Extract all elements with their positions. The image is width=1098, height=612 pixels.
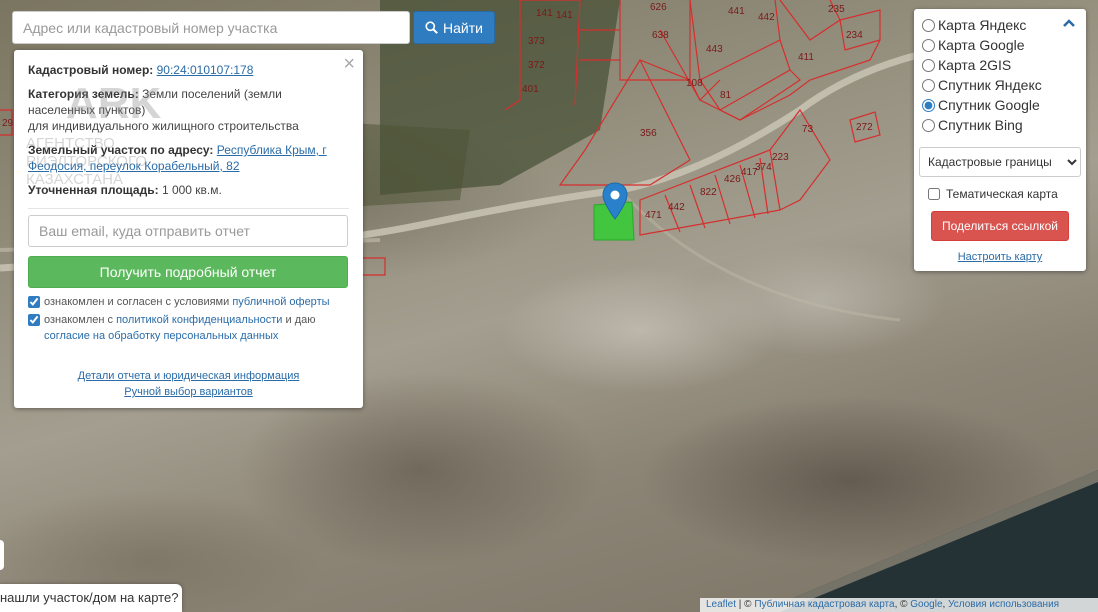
search-icon	[425, 21, 438, 34]
svg-text:471: 471	[645, 210, 662, 221]
layer-label: Карта Google	[938, 37, 1025, 53]
thematic-map-toggle[interactable]: Тематическая карта	[928, 187, 1078, 201]
email-input[interactable]	[28, 215, 348, 247]
land-use-value: для индивидуального жилищного строительс…	[28, 119, 299, 133]
svg-text:73: 73	[802, 124, 814, 135]
report-details-link[interactable]: Детали отчета и юридическая информация	[14, 368, 363, 384]
svg-text:411: 411	[798, 52, 814, 63]
layer-label: Спутник Bing	[938, 117, 1023, 133]
search-input[interactable]	[12, 11, 410, 44]
consent-privacy-row[interactable]: ознакомлен с политикой конфиденциальност…	[28, 312, 349, 344]
manual-selection-link[interactable]: Ручной выбор вариантов	[14, 384, 363, 400]
terms-link[interactable]: Условия использования	[948, 599, 1059, 610]
svg-text:417: 417	[741, 167, 758, 178]
search-button-label: Найти	[443, 19, 483, 36]
land-category-row: Категория земель: Земли поселений (земли…	[28, 86, 349, 134]
category-label: Категория земель:	[28, 87, 139, 101]
svg-text:223: 223	[772, 152, 789, 163]
svg-text:234: 234	[846, 30, 863, 41]
svg-text:141: 141	[536, 8, 553, 19]
layer-label: Карта 2GIS	[938, 57, 1012, 73]
close-panel-icon[interactable]: ×	[343, 54, 355, 74]
layer-radio[interactable]	[922, 38, 935, 52]
layer-option-2gis-map[interactable]: Карта 2GIS	[922, 55, 1078, 75]
area-label: Уточненная площадь:	[28, 183, 159, 197]
layer-option-bing-satellite[interactable]: Спутник Bing	[922, 115, 1078, 135]
consent-privacy-text: ознакомлен с	[44, 314, 114, 326]
svg-text:401: 401	[522, 84, 539, 95]
svg-text:372: 372	[528, 60, 545, 71]
svg-text:638: 638	[652, 30, 669, 41]
svg-text:822: 822	[700, 187, 717, 198]
svg-text:373: 373	[528, 36, 545, 47]
divider	[28, 208, 349, 209]
layer-option-yandex-map[interactable]: Карта Яндекс	[922, 15, 1078, 35]
thematic-map-label: Тематическая карта	[946, 187, 1058, 201]
left-edge-widget[interactable]	[0, 540, 4, 570]
cadastral-number-link[interactable]: 90:24:010107:178	[157, 63, 254, 77]
map-layers-panel: Карта Яндекс Карта Google Карта 2GIS Спу…	[914, 9, 1086, 271]
leaflet-link[interactable]: Leaflet	[706, 599, 736, 610]
google-link[interactable]: Google	[910, 599, 942, 610]
layer-radio[interactable]	[922, 98, 935, 112]
svg-text:443: 443	[706, 44, 723, 55]
consent-privacy-mid: и даю	[285, 314, 316, 326]
svg-text:442: 442	[758, 12, 775, 23]
get-report-button[interactable]: Получить подробный отчет	[28, 256, 348, 288]
layer-radio[interactable]	[922, 58, 935, 72]
map-attribution: Leaflet | © Публичная кадастровая карта,…	[700, 598, 1098, 612]
address-label: Земельный участок по адресу:	[28, 143, 214, 157]
layer-label: Спутник Яндекс	[938, 77, 1042, 93]
consent-offer-checkbox[interactable]	[28, 296, 40, 308]
layer-option-yandex-satellite[interactable]: Спутник Яндекс	[922, 75, 1078, 95]
svg-text:29: 29	[2, 118, 14, 129]
overlay-select[interactable]: Кадастровые границы	[919, 147, 1081, 177]
cadastral-map-link[interactable]: Публичная кадастровая карта	[754, 599, 894, 610]
layer-radio[interactable]	[922, 118, 935, 132]
chevron-up-icon[interactable]	[1062, 18, 1076, 28]
svg-text:81: 81	[720, 90, 732, 101]
svg-text:441: 441	[728, 6, 745, 17]
svg-text:108: 108	[686, 78, 703, 89]
layer-option-google-map[interactable]: Карта Google	[922, 35, 1078, 55]
search-button[interactable]: Найти	[413, 11, 495, 44]
public-offer-link[interactable]: публичной оферты	[232, 296, 329, 308]
panel-links: Детали отчета и юридическая информация Р…	[14, 368, 363, 400]
svg-text:356: 356	[640, 128, 657, 139]
thematic-map-checkbox[interactable]	[928, 188, 940, 200]
area-value: 1 000 кв.м.	[161, 183, 222, 197]
layer-options: Карта Яндекс Карта Google Карта 2GIS Спу…	[922, 15, 1078, 135]
configure-map-link[interactable]: Настроить карту	[922, 251, 1078, 263]
cadastral-number-row: Кадастровый номер: 90:24:010107:178	[28, 62, 349, 78]
consent-privacy-checkbox[interactable]	[28, 314, 40, 326]
consent-offer-text: ознакомлен и согласен с условиями	[44, 296, 230, 308]
layer-radio[interactable]	[922, 78, 935, 92]
layer-radio[interactable]	[922, 18, 935, 32]
svg-text:272: 272	[856, 122, 873, 133]
cadastral-label: Кадастровый номер:	[28, 63, 154, 77]
parcel-info-panel: ARK АГЕНТСТВО РИЭЛТОРСКОГО КАЗАХСТАНА × …	[14, 50, 363, 408]
layer-label: Спутник Google	[938, 97, 1040, 113]
personal-data-consent-link[interactable]: согласие на обработку персональных данны…	[44, 330, 278, 342]
feedback-prompt[interactable]: нашли участок/дом на карте?	[0, 584, 182, 612]
consent-offer-row[interactable]: ознакомлен и согласен с условиями публич…	[28, 294, 349, 310]
layer-option-google-satellite[interactable]: Спутник Google	[922, 95, 1078, 115]
area-row: Уточненная площадь: 1 000 кв.м.	[28, 182, 349, 198]
svg-text:426: 426	[724, 174, 741, 185]
svg-text:235: 235	[828, 4, 845, 15]
svg-text:626: 626	[650, 2, 667, 13]
privacy-policy-link[interactable]: политикой конфиденциальности	[116, 314, 282, 326]
share-link-button[interactable]: Поделиться ссылкой	[931, 211, 1069, 241]
svg-text:442: 442	[668, 202, 685, 213]
layer-label: Карта Яндекс	[938, 17, 1027, 33]
address-row: Земельный участок по адресу: Республика …	[28, 142, 349, 174]
svg-text:141: 141	[556, 10, 573, 21]
